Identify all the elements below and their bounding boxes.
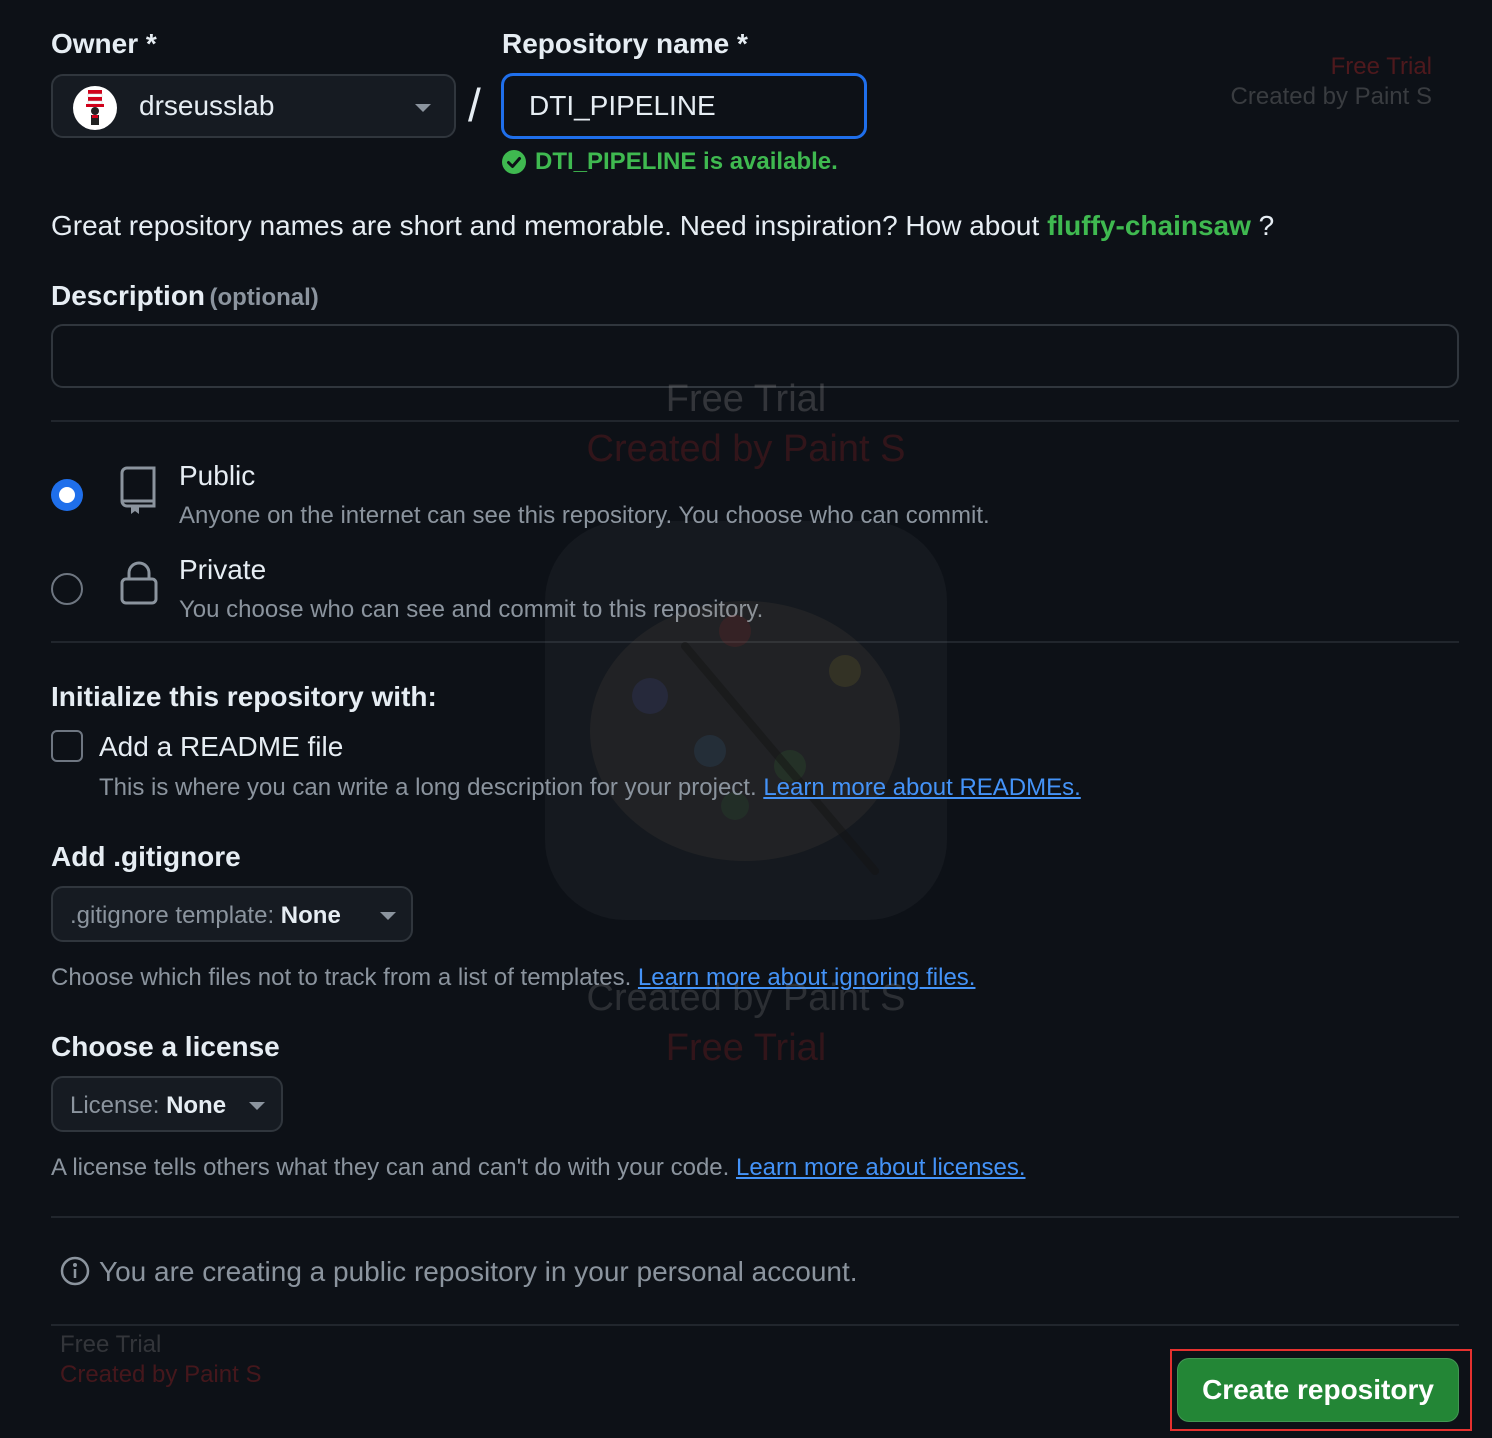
license-learn-more-link[interactable]: Learn more about licenses.: [736, 1154, 1026, 1181]
chevron-down-icon: [380, 912, 396, 920]
watermark-logo: [545, 521, 947, 920]
readme-learn-more-link[interactable]: Learn more about READMEs.: [763, 774, 1080, 801]
readme-label: Add a README file: [99, 731, 344, 762]
watermark-top-right: Free Trial Created by Paint S: [1230, 53, 1432, 110]
repo-name-label: Repository name *: [502, 28, 748, 59]
readme-checkbox[interactable]: [51, 730, 83, 762]
public-title: Public: [179, 460, 256, 491]
name-suggestion: Great repository names are short and mem…: [51, 210, 1275, 241]
owner-name: drseusslab: [139, 90, 275, 121]
owner-repo-separator: /: [468, 79, 481, 131]
owner-label: Owner *: [51, 28, 157, 59]
repo-name-input[interactable]: DTI_PIPELINE: [501, 73, 867, 139]
license-select[interactable]: License: None: [51, 1076, 283, 1132]
divider: [51, 420, 1459, 422]
repo-availability: DTI_PIPELINE is available.: [502, 148, 838, 176]
license-help: A license tells others what they can and…: [51, 1154, 1026, 1181]
check-circle-icon: [502, 150, 526, 174]
owner-avatar: [73, 86, 117, 130]
description-label: Description (optional): [51, 280, 319, 311]
palette-icon: [590, 601, 900, 875]
description-input[interactable]: [51, 324, 1459, 388]
private-title: Private: [179, 554, 267, 585]
public-radio[interactable]: [51, 479, 83, 511]
divider: [51, 1324, 1459, 1326]
chevron-down-icon: [415, 104, 431, 112]
watermark-center-top: Free Trial Created by Paint S: [586, 378, 906, 470]
license-heading: Choose a license: [51, 1031, 280, 1062]
watermark-bottom-left: Free Trial Created by Paint S: [60, 1331, 262, 1388]
gitignore-help: Choose which files not to track from a l…: [51, 964, 976, 991]
availability-text: DTI_PIPELINE is available.: [535, 148, 838, 175]
lock-icon: [120, 561, 158, 610]
gitignore-learn-more-link[interactable]: Learn more about ignoring files.: [638, 964, 976, 991]
repo-name-value: DTI_PIPELINE: [529, 90, 716, 121]
owner-select[interactable]: drseusslab: [51, 74, 456, 138]
gitignore-heading: Add .gitignore: [51, 841, 241, 872]
create-repository-button[interactable]: Create repository: [1177, 1358, 1459, 1422]
repo-icon: [120, 466, 158, 521]
readme-help: This is where you can write a long descr…: [99, 774, 1081, 801]
info-icon: [60, 1256, 90, 1291]
private-radio[interactable]: [51, 573, 83, 605]
divider: [51, 1216, 1459, 1218]
chevron-down-icon: [249, 1102, 265, 1110]
gitignore-select[interactable]: .gitignore template: None: [51, 886, 413, 942]
public-notice: You are creating a public repository in …: [99, 1256, 858, 1287]
init-heading: Initialize this repository with:: [51, 681, 437, 712]
suggested-name-link[interactable]: fluffy-chainsaw: [1047, 210, 1251, 241]
